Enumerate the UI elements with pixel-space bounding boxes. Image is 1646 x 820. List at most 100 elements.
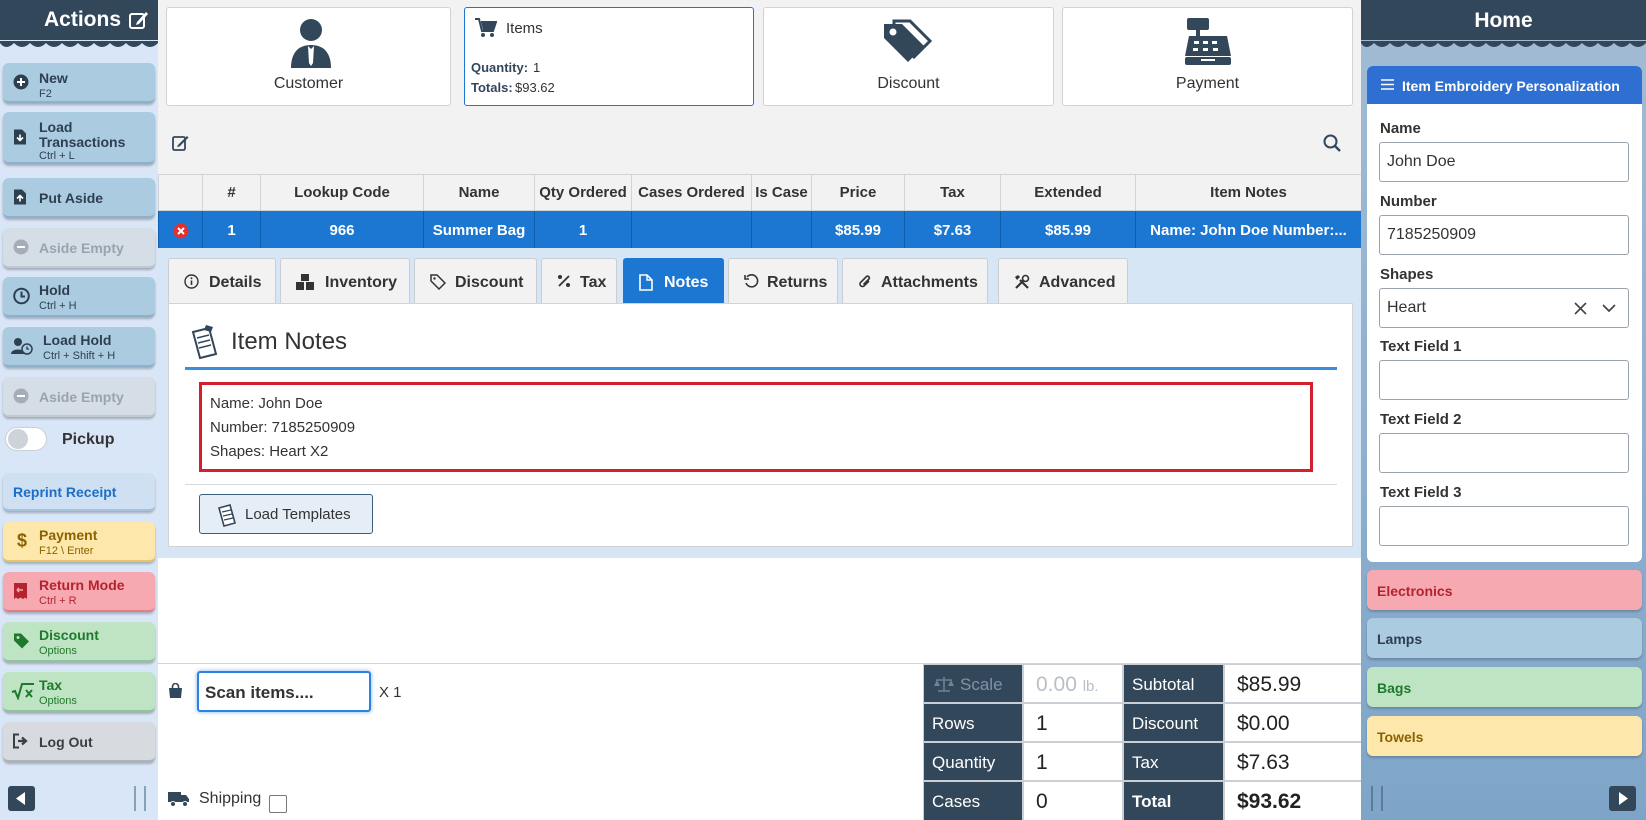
cases-value-cell: 0 bbox=[1023, 781, 1123, 820]
balance-scale-icon bbox=[934, 676, 954, 692]
discount-options-button[interactable]: Discount Options bbox=[3, 622, 155, 662]
category-label: Electronics bbox=[1377, 583, 1453, 599]
tags-icon bbox=[882, 18, 934, 64]
left-resize-handle[interactable] bbox=[134, 786, 146, 811]
customer-label: Customer bbox=[273, 75, 344, 92]
scan-items-input[interactable]: Scan items.... bbox=[197, 671, 371, 712]
tab-tax[interactable]: Tax bbox=[541, 258, 617, 303]
load-hold-button[interactable]: Load Hold Ctrl + Shift + H bbox=[3, 327, 155, 367]
reprint-receipt-button[interactable]: Reprint Receipt bbox=[3, 473, 155, 511]
cell-is-case bbox=[751, 210, 812, 251]
grid-header-number[interactable]: # bbox=[202, 174, 261, 211]
remove-row-button[interactable] bbox=[158, 210, 203, 251]
discount-total-value: $0.00 bbox=[1237, 712, 1290, 735]
number-field[interactable]: 7185250909 bbox=[1379, 215, 1629, 255]
top-steps: Customer Items Quantity: 1 Totals: $93.6… bbox=[158, 0, 1361, 110]
scale-label: Scale bbox=[960, 675, 1003, 694]
search-icon[interactable] bbox=[1323, 134, 1341, 152]
category-towels[interactable]: Towels bbox=[1367, 716, 1642, 756]
file-download-icon bbox=[13, 129, 27, 146]
new-button[interactable]: New F2 bbox=[3, 63, 155, 103]
tab-returns[interactable]: Returns bbox=[728, 258, 838, 303]
load-transactions-button[interactable]: Load Transactions Ctrl + L bbox=[3, 112, 155, 164]
category-electronics[interactable]: Electronics bbox=[1367, 570, 1642, 610]
shipping-label: Shipping bbox=[199, 790, 262, 807]
grid-header-extended[interactable]: Extended bbox=[1000, 174, 1136, 211]
tab-attachments-label: Attachments bbox=[881, 274, 978, 291]
tab-inventory[interactable]: Inventory bbox=[280, 258, 410, 303]
pickup-toggle[interactable] bbox=[5, 427, 47, 451]
grid-header-name[interactable]: Name bbox=[423, 174, 535, 211]
shapes-select[interactable]: Heart bbox=[1379, 288, 1629, 328]
aside-empty-button[interactable]: Aside Empty bbox=[3, 228, 155, 268]
cash-register-icon bbox=[1183, 16, 1233, 66]
undo-icon bbox=[744, 274, 759, 289]
payment-button[interactable]: $ Payment F12 \ Enter bbox=[3, 522, 155, 562]
scroll-left-button[interactable] bbox=[8, 786, 35, 811]
grid-header-lookup-code[interactable]: Lookup Code bbox=[260, 174, 424, 211]
tax-options-button[interactable]: Tax Options bbox=[3, 672, 155, 712]
tab-attachments[interactable]: Attachments bbox=[842, 258, 988, 303]
edit-icon[interactable] bbox=[128, 9, 150, 31]
notes-title-underline bbox=[185, 367, 1337, 370]
clipboard-notes-icon bbox=[189, 324, 221, 360]
percent-icon bbox=[557, 274, 571, 288]
shipping-checkbox[interactable] bbox=[269, 795, 287, 813]
grid-header-qty-ordered[interactable]: Qty Ordered bbox=[534, 174, 632, 211]
tab-notes[interactable]: Notes bbox=[623, 258, 724, 303]
text-field-3[interactable] bbox=[1379, 506, 1629, 546]
text-field-3-label: Text Field 3 bbox=[1380, 484, 1462, 501]
subtotal-label-cell: Subtotal bbox=[1123, 664, 1224, 703]
aside-empty-button-2[interactable]: Aside Empty bbox=[3, 377, 155, 417]
chevron-down-icon[interactable] bbox=[1602, 304, 1616, 313]
payment-label: Payment bbox=[39, 527, 98, 543]
edit-icon[interactable] bbox=[172, 134, 189, 151]
items-step[interactable]: Items Quantity: 1 Totals: $93.62 bbox=[464, 7, 754, 106]
payment-step[interactable]: Payment bbox=[1062, 7, 1353, 106]
category-lamps[interactable]: Lamps bbox=[1367, 618, 1642, 658]
divider bbox=[185, 484, 1337, 485]
scale-value-cell: 0.00 lb. bbox=[1023, 664, 1123, 703]
load-hold-shortcut: Ctrl + Shift + H bbox=[43, 350, 116, 362]
table-row[interactable]: 1 966 Summer Bag 1 $85.99 $7.63 $85.99 N… bbox=[158, 210, 1362, 251]
tab-returns-label: Returns bbox=[767, 274, 828, 291]
tab-advanced[interactable]: Advanced bbox=[998, 258, 1128, 303]
log-out-button[interactable]: Log Out bbox=[3, 722, 155, 762]
right-resize-handle[interactable] bbox=[1371, 786, 1383, 811]
grid-header-item-notes[interactable]: Item Notes bbox=[1135, 174, 1362, 211]
customer-step[interactable]: Customer bbox=[166, 7, 451, 106]
text-field-1[interactable] bbox=[1379, 360, 1629, 400]
text-field-2[interactable] bbox=[1379, 433, 1629, 473]
name-field[interactable]: John Doe bbox=[1379, 142, 1629, 182]
cell-extended: $85.99 bbox=[1000, 210, 1136, 251]
cell-number: 1 bbox=[202, 210, 261, 251]
notes-textarea[interactable]: Name: John Doe Number: 7185250909 Shapes… bbox=[199, 382, 1313, 472]
put-aside-button[interactable]: Put Aside bbox=[3, 178, 155, 218]
load-templates-button[interactable]: Load Templates bbox=[199, 494, 373, 534]
receipt-return-icon bbox=[13, 582, 28, 600]
payment-shortcut: F12 \ Enter bbox=[39, 545, 94, 557]
hold-shortcut: Ctrl + H bbox=[39, 300, 77, 312]
clear-icon[interactable] bbox=[1574, 302, 1587, 315]
scale-value: 0.00 bbox=[1036, 673, 1077, 696]
text-field-1-label: Text Field 1 bbox=[1380, 338, 1462, 355]
grid-header-is-case[interactable]: Is Case bbox=[751, 174, 812, 211]
discount-step[interactable]: Discount bbox=[763, 7, 1054, 106]
bottom-bar: Scan items.... X 1 Shipping Scale 0.00 l… bbox=[158, 663, 1362, 820]
actions-sidebar: Actions New F2 Load Transactions Ctrl + … bbox=[0, 0, 158, 820]
sign-out-icon bbox=[13, 733, 30, 749]
tab-discount[interactable]: Discount bbox=[414, 258, 537, 303]
tax-label: Tax bbox=[39, 677, 63, 693]
grid-header-tax[interactable]: Tax bbox=[904, 174, 1001, 211]
return-mode-button[interactable]: Return Mode Ctrl + R bbox=[3, 572, 155, 612]
scroll-right-button[interactable] bbox=[1609, 786, 1636, 811]
discount-label-cell: Discount bbox=[1123, 703, 1224, 742]
grid-header-cases-ordered[interactable]: Cases Ordered bbox=[631, 174, 752, 211]
grid-header-price[interactable]: Price bbox=[811, 174, 905, 211]
tax-total-label: Tax bbox=[1132, 753, 1159, 772]
category-bags[interactable]: Bags bbox=[1367, 667, 1642, 707]
tab-details[interactable]: Details bbox=[168, 258, 276, 303]
tab-notes-label: Notes bbox=[664, 274, 709, 291]
hold-button[interactable]: Hold Ctrl + H bbox=[3, 277, 155, 317]
tag-icon bbox=[13, 633, 30, 650]
